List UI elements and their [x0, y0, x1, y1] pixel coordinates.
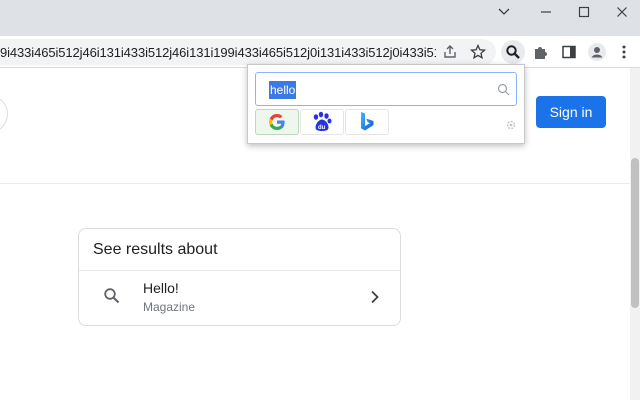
tab-search-button[interactable] — [484, 0, 524, 24]
google-logo-icon — [269, 114, 285, 130]
card-heading: See results about — [93, 241, 218, 258]
result-title[interactable]: Hello! — [143, 280, 179, 296]
extensions-button[interactable] — [529, 40, 553, 64]
results-card: See results about Hello! Magazine — [78, 228, 401, 326]
settings-gear-icon[interactable] — [505, 119, 517, 131]
close-icon — [617, 7, 627, 17]
share-icon — [444, 45, 456, 58]
header-divider — [0, 183, 630, 184]
search-icon — [104, 288, 120, 304]
bookmark-button[interactable] — [466, 40, 490, 64]
search-icon[interactable] — [497, 83, 510, 96]
search-extension-popup: hello du — [247, 64, 525, 144]
svg-text:du: du — [318, 125, 326, 131]
engine-google-button[interactable] — [255, 109, 299, 135]
menu-icon — [622, 45, 626, 59]
chevron-down-icon — [498, 8, 510, 15]
profile-icon — [588, 43, 606, 61]
puzzle-icon — [535, 47, 547, 59]
maximize-button[interactable] — [564, 0, 604, 24]
engine-bing-button[interactable] — [345, 109, 389, 135]
star-icon — [470, 44, 486, 60]
search-extension-button[interactable] — [501, 40, 525, 64]
address-bar[interactable]: 9i433i465i512j46i131i433i512j46i131i199i… — [0, 39, 496, 65]
share-button[interactable] — [438, 40, 462, 64]
bing-logo-icon — [361, 112, 374, 131]
menu-button[interactable] — [612, 40, 636, 64]
selected-query-text[interactable]: hello — [269, 81, 297, 99]
page-circle-element[interactable] — [0, 95, 8, 133]
scrollbar-thumb[interactable] — [631, 158, 639, 308]
chevron-right-icon — [371, 290, 379, 304]
side-panel-icon — [562, 45, 576, 59]
profile-button[interactable] — [585, 40, 609, 64]
search-extension-icon — [506, 45, 520, 59]
result-item[interactable] — [79, 271, 400, 325]
minimize-icon — [541, 11, 551, 13]
close-button[interactable] — [602, 0, 640, 24]
engine-baidu-button[interactable]: du — [300, 109, 344, 135]
url-text[interactable]: 9i433i465i512j46i131i433i512j46i131i199i… — [0, 45, 436, 60]
sign-in-button[interactable]: Sign in — [536, 96, 606, 128]
scrollbar[interactable] — [630, 68, 640, 400]
baidu-logo-icon: du — [313, 111, 332, 131]
side-panel-button[interactable] — [557, 40, 581, 64]
popup-search-input[interactable]: hello — [255, 72, 517, 106]
minimize-button[interactable] — [526, 0, 566, 24]
result-subtitle: Magazine — [143, 300, 196, 314]
maximize-icon — [578, 6, 590, 18]
title-bar — [0, 0, 640, 36]
